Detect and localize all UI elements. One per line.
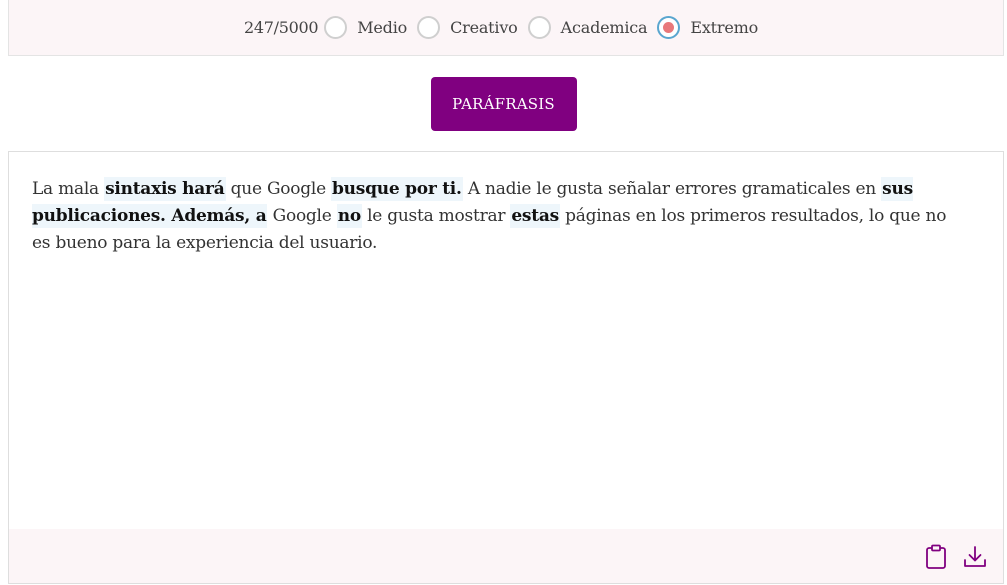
mode-option-extremo[interactable]: Extremo bbox=[657, 16, 758, 39]
radio-extremo[interactable] bbox=[657, 16, 681, 39]
output-panel: La mala sintaxis hará que Google busque … bbox=[8, 151, 1004, 584]
highlighted-phrase: no bbox=[336, 204, 362, 228]
highlighted-phrase: sintaxis hará bbox=[104, 177, 226, 201]
output-footer bbox=[9, 529, 1003, 583]
mode-label-creativo: Creativo bbox=[450, 18, 518, 37]
text-segment: La mala bbox=[32, 179, 105, 199]
mode-label-academica: Academica bbox=[560, 18, 648, 37]
radio-creativo[interactable] bbox=[417, 16, 441, 39]
text-segment: le gusta mostrar bbox=[361, 206, 511, 226]
highlighted-phrase: estas bbox=[510, 204, 560, 228]
paraphrase-button[interactable]: PARÁFRASIS bbox=[430, 77, 577, 131]
mode-option-medio[interactable]: Medio bbox=[324, 16, 407, 39]
mode-label-medio: Medio bbox=[357, 18, 408, 37]
text-segment: Google bbox=[267, 206, 337, 226]
paraphrase-button-wrapper: PARÁFRASIS bbox=[0, 77, 1007, 131]
mode-option-creativo[interactable]: Creativo bbox=[417, 16, 518, 39]
mode-option-academica[interactable]: Academica bbox=[527, 16, 648, 39]
radio-medio[interactable] bbox=[324, 16, 348, 39]
character-counter: 247/5000 bbox=[243, 18, 319, 37]
text-segment: que Google bbox=[225, 179, 332, 199]
download-icon[interactable] bbox=[962, 543, 988, 571]
highlighted-phrase: busque por ti. bbox=[331, 177, 463, 201]
radio-academica[interactable] bbox=[527, 16, 551, 39]
mode-label-extremo: Extremo bbox=[690, 18, 759, 37]
mode-toolbar: 247/5000 Medio Creativo Academica Extrem… bbox=[8, 0, 1004, 56]
output-text[interactable]: La mala sintaxis hará que Google busque … bbox=[32, 176, 952, 257]
text-segment: A nadie le gusta señalar errores gramati… bbox=[462, 179, 882, 199]
clipboard-icon[interactable] bbox=[923, 543, 949, 571]
